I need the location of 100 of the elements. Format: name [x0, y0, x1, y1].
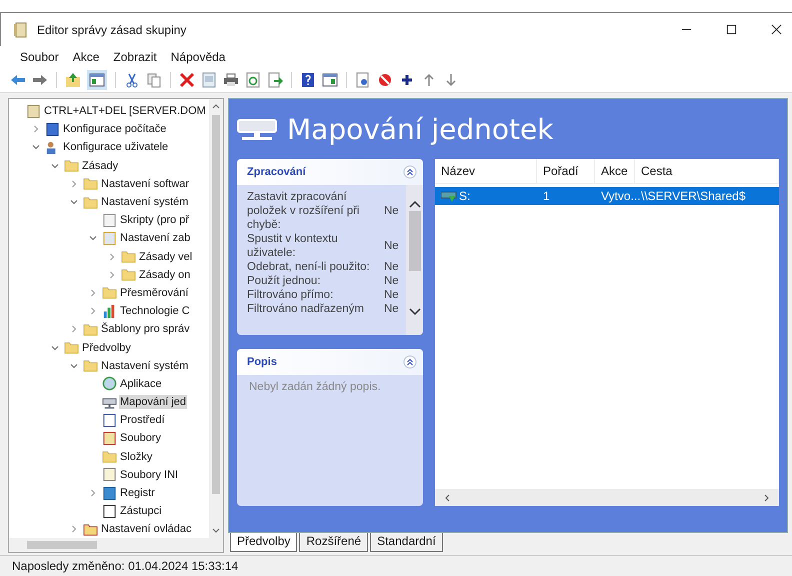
scroll-left-icon[interactable]	[443, 492, 451, 502]
tree-node-icon	[45, 122, 60, 137]
property-value: Ne	[384, 274, 400, 288]
collapse-icon[interactable]	[403, 355, 417, 369]
properties-icon[interactable]	[201, 72, 217, 88]
tree-item[interactable]: Soubory INI	[119, 468, 180, 482]
collapse-icon[interactable]	[51, 344, 59, 352]
printer-icon[interactable]	[223, 72, 239, 88]
collapse-icon[interactable]	[32, 143, 40, 152]
tree-item[interactable]: Nastavení softwar	[100, 176, 190, 191]
tree-item[interactable]: Technologie C	[119, 304, 191, 318]
menu-item[interactable]: Zobrazit	[113, 50, 157, 64]
scissors-icon[interactable]	[124, 72, 140, 88]
table-cell: Vytvo...	[601, 189, 641, 203]
back-icon[interactable]	[10, 72, 26, 88]
scrollbar[interactable]	[406, 185, 423, 335]
column-header[interactable]: Název	[435, 159, 537, 183]
expand-icon[interactable]	[89, 288, 97, 297]
expand-icon[interactable]	[108, 252, 116, 261]
tree-item[interactable]: Aplikace	[119, 376, 163, 391]
tree-item[interactable]: Složky	[119, 450, 154, 464]
app-icon	[13, 22, 29, 38]
menu-item[interactable]: Nápověda	[170, 50, 226, 64]
tree-node-icon	[102, 376, 117, 392]
refresh-icon[interactable]	[245, 72, 261, 88]
table-cell: \\SERVER\Shared$	[641, 189, 746, 203]
forward-icon[interactable]	[32, 72, 48, 88]
tab[interactable]: Předvolby	[230, 533, 298, 552]
tab[interactable]: Rozšířené	[299, 533, 368, 552]
expand-icon[interactable]	[70, 525, 78, 534]
tree-node-icon	[102, 504, 117, 519]
tree-item[interactable]: Nastavení systém	[100, 358, 190, 373]
property-value: Ne	[384, 239, 400, 253]
help-icon[interactable]	[300, 72, 316, 88]
tree-item[interactable]: Zásady vel	[138, 250, 194, 264]
export-icon[interactable]	[267, 72, 283, 88]
tree-item[interactable]: Nastavení zab	[119, 231, 192, 246]
tree-item[interactable]: Nastavení ovládac	[100, 522, 192, 536]
tree-node-icon	[102, 212, 117, 228]
scroll-up-icon[interactable]	[211, 102, 221, 110]
tree-item[interactable]: Zásady	[81, 158, 120, 173]
scrollbar[interactable]	[209, 99, 223, 538]
panel-title: Zpracování	[247, 166, 306, 178]
tree-item[interactable]: Zástupci	[119, 504, 163, 518]
scroll-down-icon[interactable]	[211, 527, 221, 535]
tree-item[interactable]: Mapování jed	[119, 395, 188, 410]
close-icon[interactable]	[771, 24, 782, 35]
folder-up-icon[interactable]	[65, 72, 81, 88]
property-value: Ne	[384, 260, 400, 274]
expand-icon[interactable]	[89, 307, 97, 316]
collapse-icon[interactable]	[51, 162, 59, 170]
expand-icon[interactable]	[108, 270, 116, 279]
tree-item[interactable]: Registr	[119, 486, 156, 500]
expand-icon[interactable]	[32, 125, 40, 134]
expand-icon[interactable]	[70, 180, 78, 188]
scrollbar[interactable]	[9, 538, 223, 552]
document-icon[interactable]	[355, 72, 371, 88]
tree-item[interactable]: Konfigurace počítače	[62, 122, 168, 136]
tree-item[interactable]: Zásady on	[138, 268, 192, 282]
property-label: Zastavit zpracování položek v rozšíření při chybě:	[247, 190, 360, 232]
menu-item[interactable]: Akce	[72, 50, 100, 64]
tree-item[interactable]: Soubory	[119, 431, 162, 446]
view-icon[interactable]	[322, 72, 338, 88]
copy-icon[interactable]	[146, 72, 162, 88]
expand-icon[interactable]	[70, 325, 78, 334]
tree-node-icon	[102, 467, 117, 482]
delete-icon[interactable]	[179, 72, 195, 88]
table-row[interactable]: S: 1 Vytvo...\\SERVER\Shared$	[435, 187, 779, 205]
tree-item[interactable]: Skripty (pro př	[119, 213, 190, 228]
console-tree-icon[interactable]	[87, 70, 107, 90]
scrollbar[interactable]	[435, 489, 779, 506]
column-header[interactable]: Cesta	[635, 159, 779, 183]
scroll-down-icon[interactable]	[408, 307, 422, 317]
tree-item[interactable]: Šablony pro správ	[100, 322, 191, 336]
scroll-right-icon[interactable]	[763, 492, 771, 502]
menu-item[interactable]: Soubor	[20, 50, 59, 64]
collapse-icon[interactable]	[89, 234, 97, 242]
tree-item[interactable]: Přesměrování	[119, 286, 190, 300]
panel-title: Popis	[247, 356, 277, 368]
plus-icon[interactable]	[399, 72, 415, 88]
column-header[interactable]: Pořadí	[537, 159, 595, 183]
tree-item[interactable]: Konfigurace uživatele	[62, 140, 170, 154]
tree-node-icon	[102, 449, 117, 464]
tree-node-icon	[102, 230, 117, 246]
collapse-icon[interactable]	[70, 198, 78, 206]
scroll-up-icon[interactable]	[408, 199, 422, 209]
tree-item[interactable]: Nastavení systém	[100, 195, 190, 210]
tree-node-icon	[83, 194, 98, 210]
column-header[interactable]: Akce	[595, 159, 635, 183]
tree-item[interactable]: CTRL+ALT+DEL [SERVER.DOM	[43, 104, 207, 118]
expand-icon[interactable]	[89, 489, 97, 498]
tree-node-icon	[102, 285, 117, 300]
maximize-icon[interactable]	[726, 24, 737, 35]
property-label: Odebrat, není-li použito:	[247, 260, 371, 274]
stop-icon[interactable]	[377, 72, 393, 88]
tab[interactable]: Standardní	[370, 533, 443, 552]
tree-item[interactable]: Prostředí	[119, 413, 166, 428]
collapse-icon[interactable]	[403, 165, 417, 179]
tree-item[interactable]: Předvolby	[81, 340, 132, 355]
collapse-icon[interactable]	[70, 362, 78, 370]
